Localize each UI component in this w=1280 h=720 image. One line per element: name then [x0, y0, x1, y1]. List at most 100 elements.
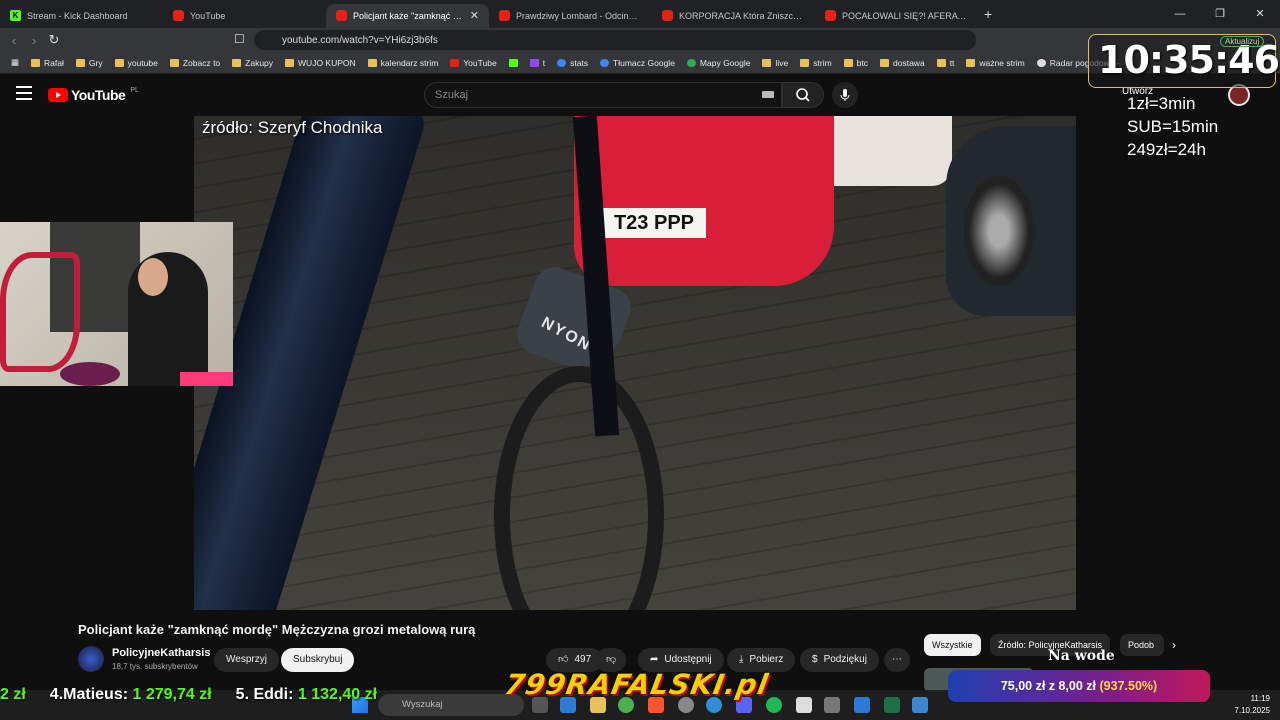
donation-leaderboard: 2 zł 4.Matieus: 1 279,74 zł 5. Eddi: 1 1…: [0, 686, 377, 704]
bookmark-label: Gry: [88, 57, 103, 68]
bookmark-label: live: [775, 57, 789, 68]
timer-price-list: 1zł=3min SUB=15min 249zł=24h: [1127, 92, 1218, 161]
bookmark-star-icon[interactable]: ☐: [234, 32, 245, 46]
bookmark-label: dostawa: [893, 57, 925, 68]
spotify-icon[interactable]: [766, 697, 782, 713]
tab-title: YouTube: [190, 10, 226, 21]
channel-avatar[interactable]: [78, 646, 104, 672]
folder-icon: [966, 58, 976, 67]
close-window-icon[interactable]: ✕: [1240, 0, 1280, 28]
bookmark-item[interactable]: kalendarz strim: [363, 58, 444, 68]
radar-icon: [1036, 58, 1046, 67]
chip-similar[interactable]: Podob: [1120, 634, 1164, 656]
folder-icon: [232, 58, 242, 67]
bookmark-label: WUJO KUPON: [298, 57, 356, 68]
search-button[interactable]: [782, 82, 824, 108]
folder-icon: [762, 58, 772, 67]
bookmark-label: t: [542, 57, 546, 68]
tab-title: Prawdziwy Lombard - Odcinek 293 "I: [516, 10, 642, 21]
search-icon: [796, 88, 810, 102]
bookmark-item[interactable]: t: [525, 58, 550, 68]
bookmark-item[interactable]: Mapy Google: [682, 58, 756, 68]
streamer-webcam: [0, 222, 233, 386]
tab-kick-dashboard[interactable]: K Stream - Kick Dashboard: [0, 4, 163, 28]
update-button[interactable]: Aktualizuj: [1220, 36, 1265, 47]
minimize-icon[interactable]: —: [1160, 0, 1200, 28]
apps-icon[interactable]: ▦: [6, 57, 24, 68]
tab-title: POCAŁOWALI SIĘ?! AFERA KOPERKO: [842, 10, 968, 21]
bookmark-item[interactable]: tt: [932, 58, 960, 68]
bookmark-item[interactable]: youtube: [110, 58, 163, 68]
tab-active-video[interactable]: Policjant każe "zamknąć mordę" ✕: [326, 3, 489, 28]
tab-pocalowali[interactable]: POCAŁOWALI SIĘ?! AFERA KOPERKO: [815, 4, 978, 28]
bookmark-item[interactable]: ważne strim: [961, 58, 1029, 68]
microphone-icon: [840, 89, 850, 101]
reload-icon[interactable]: ↻: [44, 32, 64, 48]
notepad-icon[interactable]: [912, 697, 928, 713]
youtube-logo[interactable]: YouTube PL: [48, 87, 139, 103]
window-controls: — ❐ ✕: [1160, 0, 1280, 28]
youtube-icon: [450, 58, 460, 67]
leaderboard-entry: 4.Matieus: 1 279,74 zł: [50, 686, 212, 704]
close-tab-icon[interactable]: ✕: [470, 9, 479, 22]
bookmark-label: strim: [813, 57, 832, 68]
forward-icon[interactable]: ›: [24, 33, 44, 48]
new-tab-icon[interactable]: +: [984, 6, 992, 22]
kick-icon: K: [10, 10, 21, 21]
bookmark-item[interactable]: YouTube: [445, 58, 501, 68]
app-icon[interactable]: [854, 697, 870, 713]
bookmark-item[interactable]: Gry: [71, 58, 108, 68]
bookmark-label: youtube: [127, 57, 158, 68]
folder-icon: [169, 58, 179, 67]
bookmark-item[interactable]: [504, 58, 523, 67]
tab-lombard[interactable]: Prawdziwy Lombard - Odcinek 293 "I: [489, 4, 652, 28]
bookmark-item[interactable]: live: [757, 58, 793, 68]
price-line: SUB=15min: [1127, 117, 1219, 136]
excel-icon[interactable]: [884, 697, 900, 713]
maps-icon: [686, 58, 696, 67]
thanks-button[interactable]: $ Podziękuj: [800, 648, 879, 672]
tab-youtube[interactable]: YouTube: [163, 4, 326, 28]
video-player[interactable]: T23 PPP NYON źródło: Szeryf Chodnika: [194, 116, 1076, 610]
bookmark-label: Mapy Google: [699, 57, 751, 68]
price-line: 249zł=24h: [1127, 140, 1206, 159]
tab-korporacja[interactable]: KORPORACJA Która Zniszczyła Świat: [652, 4, 815, 28]
bookmark-item[interactable]: stats: [552, 58, 593, 68]
calculator-icon[interactable]: [824, 697, 840, 713]
voice-search-button[interactable]: [832, 82, 858, 108]
bookmark-item[interactable]: Zobacz to: [165, 58, 225, 68]
bookmark-item[interactable]: Rafał: [26, 58, 69, 68]
folder-icon: [880, 58, 890, 67]
bookmark-label: kalendarz strim: [380, 57, 439, 68]
app-icon[interactable]: [796, 697, 812, 713]
bookmark-item[interactable]: strim: [795, 58, 836, 68]
restore-icon[interactable]: ❐: [1200, 0, 1240, 28]
back-icon[interactable]: ‹: [4, 33, 24, 48]
bookmark-item[interactable]: dostawa: [875, 58, 930, 68]
taskbar-clock[interactable]: 11:19 7.10.2025: [1226, 693, 1270, 717]
folder-icon: [31, 58, 41, 67]
webcam-scene: [60, 362, 120, 386]
youtube-icon: [173, 10, 184, 21]
twitch-icon: [529, 58, 539, 67]
url-bar[interactable]: youtube.com/watch?v=YHi6zj3b6fs: [254, 30, 976, 50]
more-actions-button[interactable]: ⋯: [884, 648, 910, 672]
bookmark-item[interactable]: Tłumacz Google: [595, 58, 680, 68]
subscribe-button[interactable]: Subskrybuj: [281, 648, 355, 672]
keyboard-icon[interactable]: [762, 91, 774, 98]
bookmark-item[interactable]: btc: [839, 58, 873, 68]
url-text: youtube.com/watch?v=YHi6zj3b6fs: [282, 34, 438, 46]
support-label: Wesprzyj: [226, 654, 267, 665]
bookmark-label: tt: [949, 57, 955, 68]
bookmark-item[interactable]: Zakupy: [227, 58, 278, 68]
menu-icon[interactable]: [16, 86, 32, 100]
donation-amount: 75,00 zł z 8,00 zł: [1000, 679, 1097, 693]
channel-name[interactable]: PolicyjneKatharsis: [112, 647, 210, 659]
chevron-right-icon[interactable]: ›: [1172, 638, 1176, 652]
webcam-scene: [0, 252, 80, 372]
bookmark-item[interactable]: WUJO KUPON: [280, 58, 361, 68]
search-input[interactable]: Szukaj: [424, 82, 782, 108]
support-button[interactable]: Wesprzyj: [214, 648, 279, 672]
tab-title: KORPORACJA Która Zniszczyła Świat: [679, 10, 805, 21]
chip-all[interactable]: Wszystkie: [924, 634, 981, 656]
